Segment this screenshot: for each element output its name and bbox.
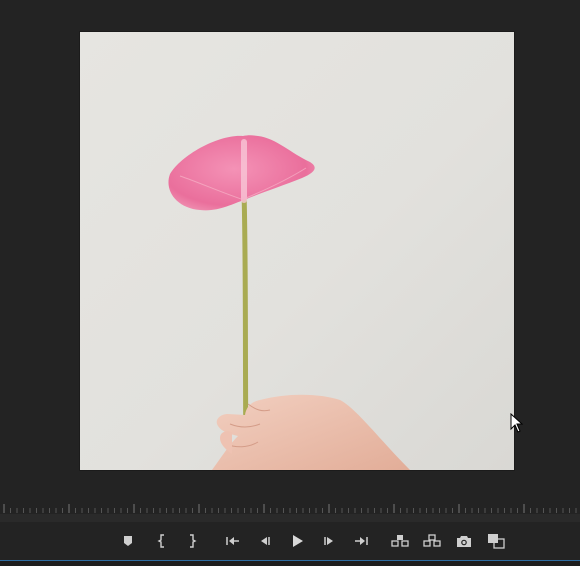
step-back-icon — [261, 537, 270, 545]
step-forward-button[interactable] — [317, 530, 341, 552]
step-back-button[interactable] — [253, 530, 277, 552]
extract-button[interactable] — [420, 530, 444, 552]
camera-icon — [457, 535, 471, 547]
go-to-in-icon — [226, 537, 239, 545]
add-marker-button[interactable] — [116, 530, 140, 552]
mark-in-icon — [157, 534, 164, 548]
flower-image — [168, 135, 410, 470]
mark-in-button[interactable] — [150, 530, 174, 552]
timeline-ruler[interactable] — [0, 500, 580, 524]
video-frame — [80, 32, 514, 470]
lift-icon — [391, 535, 409, 547]
go-to-in-button[interactable] — [221, 530, 245, 552]
play-icon — [293, 535, 303, 547]
play-button[interactable] — [285, 530, 309, 552]
step-forward-icon — [324, 537, 333, 545]
mouse-pointer-icon — [510, 413, 524, 433]
panel-bottom-border — [0, 560, 580, 566]
mark-out-button[interactable] — [180, 530, 204, 552]
ruler-ticks — [0, 504, 580, 522]
go-to-out-icon — [355, 537, 368, 545]
comparison-icon — [488, 534, 505, 549]
go-to-out-button[interactable] — [349, 530, 373, 552]
comparison-view-button[interactable] — [484, 530, 508, 552]
transport-controls — [0, 524, 580, 560]
ruler-track — [0, 514, 580, 522]
mark-out-icon — [190, 534, 197, 548]
marker-icon — [124, 536, 132, 546]
extract-icon — [423, 534, 441, 547]
export-frame-button[interactable] — [452, 530, 476, 552]
lift-button[interactable] — [388, 530, 412, 552]
program-monitor — [0, 0, 580, 500]
